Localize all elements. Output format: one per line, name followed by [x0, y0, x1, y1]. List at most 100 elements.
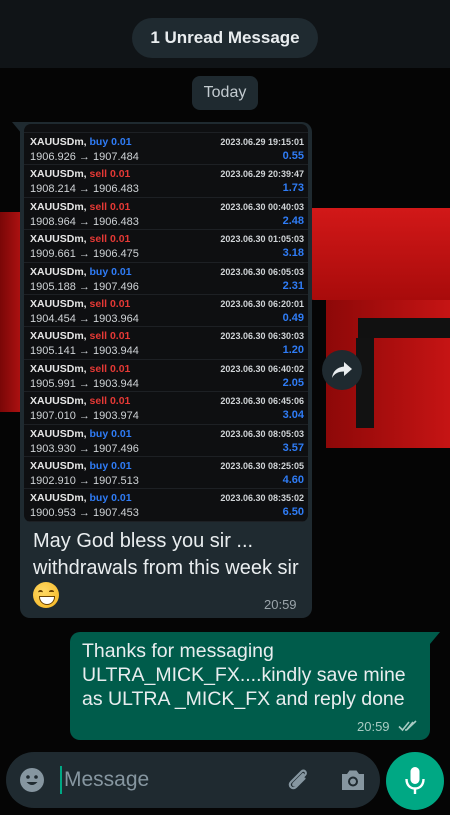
- trade-symbol: XAUUSDm, buy 0.01: [30, 266, 132, 278]
- trade-symbol-text: XAUUSDm,: [30, 136, 87, 148]
- trade-symbol: XAUUSDm, sell 0.01: [30, 395, 130, 407]
- trade-prices: 1903.930 → 1907.496: [30, 442, 139, 455]
- trade-symbol-text: XAUUSDm,: [30, 362, 87, 375]
- grinning-emoji-icon: [33, 582, 59, 608]
- trade-row: XAUUSDm, sell 0.01 1908.964 → 1906.483 202…: [24, 198, 308, 231]
- trade-row: XAUUSDm, buy 0.01 1902.910 → 1907.513 2023…: [24, 457, 308, 490]
- trade-date: 2023.06.30 06:20:01: [220, 298, 304, 309]
- trade-direction: sell 0.01: [90, 363, 131, 375]
- trade-profit: 6.50: [282, 506, 304, 519]
- trade-prices: 1905.188 → 1907.496: [30, 280, 139, 293]
- trade-row: XAUUSDm, buy 0.01 1903.930 → 1907.496 2023…: [24, 425, 308, 457]
- trade-direction: sell 0.01: [90, 168, 131, 180]
- trade-prices: 1907.010 → 1903.974: [30, 410, 139, 423]
- trade-symbol: XAUUSDm, sell 0.01: [30, 330, 130, 342]
- attach-icon[interactable]: [284, 766, 312, 794]
- trade-list: XAUUSDm, buy 0.01 1906.926 → 1907.484 2023…: [24, 133, 308, 522]
- trade-date: 2023.06.29 20:39:47: [220, 169, 304, 180]
- date-chip: Today: [192, 76, 258, 110]
- trade-symbol-text: XAUUSDm,: [30, 492, 87, 505]
- trade-prices: 1906.926 → 1907.484: [30, 151, 139, 163]
- trade-symbol: XAUUSDm, buy 0.01: [30, 428, 132, 440]
- wallpaper-shape: [300, 208, 450, 300]
- outgoing-bubble-tail: [430, 632, 440, 644]
- trade-lot: 0.01: [109, 233, 131, 246]
- trade-direction-text: buy: [89, 265, 109, 278]
- trade-direction-text: sell: [89, 297, 108, 310]
- trade-symbol-text: XAUUSDm,: [30, 233, 87, 246]
- trade-symbol: XAUUSDm, buy 0.01: [30, 136, 132, 148]
- trade-profit: 4.60: [282, 473, 304, 486]
- trade-lot: 0.01: [109, 168, 131, 181]
- trade-lot: 0.01: [109, 330, 131, 343]
- outgoing-timestamp: 20:59: [357, 719, 390, 734]
- trade-row: XAUUSDm, buy 0.01 1900.953 → 1907.453 2023…: [24, 489, 308, 522]
- trade-date: 2023.06.30 08:05:03: [220, 428, 304, 439]
- trade-direction: buy 0.01: [90, 428, 132, 440]
- voice-message-button[interactable]: [386, 752, 444, 810]
- trade-direction: sell 0.01: [90, 395, 131, 407]
- trade-symbol: XAUUSDm, sell 0.01: [30, 168, 130, 180]
- trade-lot: 0.01: [111, 265, 132, 278]
- trade-symbol-text: XAUUSDm,: [30, 200, 87, 213]
- trade-direction: buy 0.01: [90, 136, 132, 148]
- text-cursor: [60, 766, 62, 794]
- trade-symbol-text: XAUUSDm,: [30, 427, 87, 440]
- trade-profit: 1.73: [282, 182, 304, 195]
- emoji-icon[interactable]: [18, 766, 46, 794]
- trade-row-cropped: [24, 124, 308, 133]
- trade-lot: 0.01: [109, 362, 131, 375]
- trade-direction: buy 0.01: [90, 266, 132, 278]
- message-input[interactable]: [64, 764, 264, 796]
- trade-symbol-text: XAUUSDm,: [30, 459, 87, 472]
- trade-symbol: XAUUSDm, sell 0.01: [30, 233, 130, 245]
- trade-row: XAUUSDm, sell 0.01 1907.010 → 1903.974 202…: [24, 392, 308, 425]
- trade-prices: 1909.661 → 1906.475: [30, 248, 139, 261]
- trade-history-image[interactable]: XAUUSDm, buy 0.01 1906.926 → 1907.484 2023…: [24, 124, 308, 522]
- camera-icon[interactable]: [338, 766, 368, 794]
- trade-direction-text: buy: [89, 459, 109, 472]
- trade-direction-text: sell: [89, 233, 108, 246]
- outgoing-message-text: Thanks for messaging ULTRA_MICK_FX....ki…: [82, 640, 406, 710]
- trade-prices: 1905.991 → 1903.944: [30, 377, 139, 390]
- trade-date: 2023.06.30 06:40:02: [220, 363, 304, 374]
- trade-profit: 1.20: [282, 344, 304, 357]
- trade-direction-text: buy: [89, 427, 109, 440]
- trade-direction: sell 0.01: [90, 298, 131, 310]
- trade-date: 2023.06.30 00:40:03: [220, 201, 304, 212]
- trade-lot: 0.01: [109, 200, 131, 213]
- forward-icon: [332, 362, 352, 378]
- trade-direction-text: buy: [89, 492, 109, 505]
- trade-prices: 1904.454 → 1903.964: [30, 312, 139, 325]
- trade-prices: 1908.964 → 1906.483: [30, 215, 139, 228]
- trade-symbol-text: XAUUSDm,: [30, 297, 87, 310]
- trade-lot: 0.01: [111, 427, 132, 440]
- trade-row: XAUUSDm, sell 0.01 1908.214 → 1906.483 202…: [24, 165, 308, 198]
- trade-profit: 2.31: [282, 279, 304, 292]
- trade-profit: 2.48: [282, 214, 304, 227]
- trade-direction-text: buy: [89, 136, 109, 148]
- trade-row: XAUUSDm, sell 0.01 1904.454 → 1903.964 202…: [24, 295, 308, 328]
- trade-profit: 3.04: [282, 409, 304, 422]
- incoming-text-content: May God bless you sir ... withdrawals fr…: [33, 530, 299, 579]
- unread-banner[interactable]: 1 Unread Message: [132, 18, 318, 58]
- trade-lot: 0.01: [109, 297, 131, 310]
- trade-prices: 1908.214 → 1906.483: [30, 183, 139, 196]
- trade-direction: sell 0.01: [90, 330, 131, 342]
- trade-direction-text: sell: [89, 330, 108, 343]
- trade-symbol: XAUUSDm, buy 0.01: [30, 492, 132, 504]
- trade-date: 2023.06.30 08:25:05: [220, 460, 304, 471]
- wallpaper-shape: [358, 318, 450, 338]
- wallpaper-shape: [356, 338, 374, 428]
- trade-lot: 0.01: [111, 136, 132, 148]
- trade-date: 2023.06.29 19:15:01: [220, 137, 304, 147]
- trade-direction: buy 0.01: [90, 492, 132, 504]
- trade-direction: sell 0.01: [90, 201, 131, 213]
- forward-button[interactable]: [322, 350, 362, 390]
- trade-prices: 1905.141 → 1903.944: [30, 345, 139, 358]
- mic-icon: [405, 767, 425, 794]
- trade-symbol: XAUUSDm, sell 0.01: [30, 298, 130, 310]
- double-check-icon: [398, 720, 417, 732]
- trade-date: 2023.06.30 06:30:03: [220, 331, 304, 342]
- trade-profit: 3.18: [282, 247, 304, 260]
